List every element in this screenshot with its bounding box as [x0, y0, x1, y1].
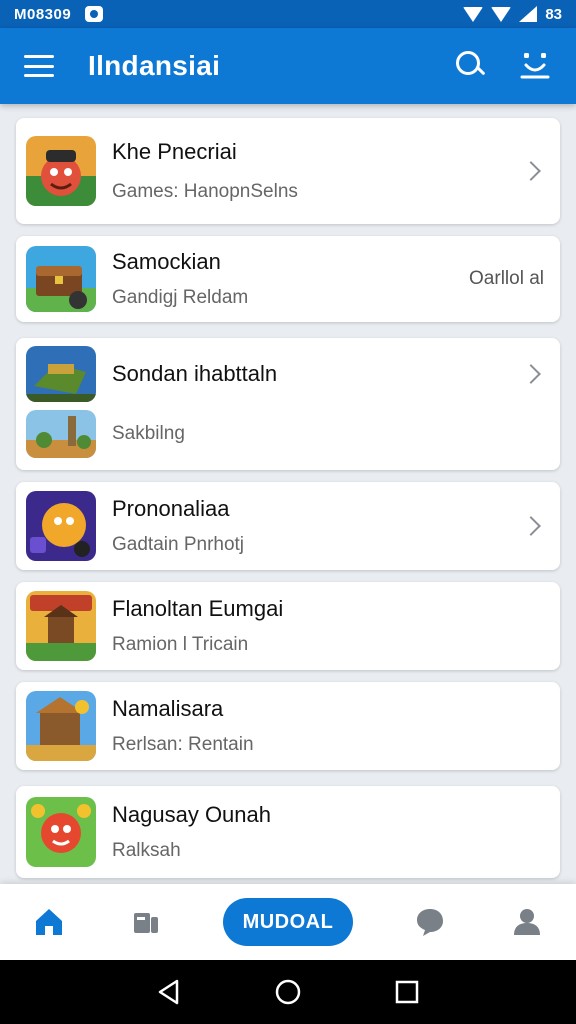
- status-time: M08309: [14, 5, 72, 23]
- chevron-right-icon: [521, 364, 541, 384]
- item-subtitle: Gandigj Reldam: [112, 287, 249, 308]
- item-title: Sondan ihabttaln: [112, 361, 278, 386]
- chat-icon[interactable]: [410, 902, 450, 942]
- notification-icon: [85, 6, 104, 22]
- list-item[interactable]: Flanoltan Eumgai Ramion l Tricain: [16, 582, 560, 670]
- wifi-icon: [463, 6, 484, 22]
- recents-icon[interactable]: [392, 977, 422, 1007]
- game-thumbnail: [26, 691, 96, 761]
- search-icon[interactable]: [454, 49, 488, 83]
- list-item[interactable]: Prononaliaa Gadtain Pnrhotj: [16, 482, 560, 570]
- game-thumbnail: [26, 491, 96, 561]
- app-bar: Ilndansiai: [0, 28, 576, 104]
- profile-icon[interactable]: [507, 902, 547, 942]
- list-item[interactable]: Nagusay Ounah Ralksah: [16, 786, 560, 878]
- home-icon[interactable]: [29, 902, 69, 942]
- game-thumbnail: [26, 136, 96, 206]
- game-thumbnail: [26, 591, 96, 661]
- item-subtitle: Gadtain Pnrhotj: [112, 534, 245, 555]
- item-subtitle: Games: HanopnSelns: [112, 181, 298, 202]
- item-subtitle: Sakbilng: [112, 423, 185, 444]
- game-list: Khe Pnecriai Games: HanopnSelns Samockia…: [16, 118, 560, 890]
- item-subtitle: Ralksah: [112, 840, 181, 861]
- bottom-navigation: MUDOAL: [0, 884, 576, 960]
- game-thumbnail: [26, 346, 96, 402]
- list-item[interactable]: Samockian Gandigj Reldam Oarllol al: [16, 236, 560, 322]
- item-title: Prononaliaa: [112, 496, 230, 521]
- menu-icon[interactable]: [24, 55, 54, 77]
- chevron-right-icon: [521, 161, 541, 181]
- battery-level: 83: [545, 5, 562, 23]
- page-title: Ilndansiai: [88, 50, 221, 81]
- back-icon[interactable]: [154, 977, 184, 1007]
- item-title: Khe Pnecriai: [112, 139, 237, 164]
- list-item[interactable]: Khe Pnecriai Games: HanopnSelns: [16, 118, 560, 224]
- list-item[interactable]: Sondan ihabttaln Sakbilng: [16, 338, 560, 470]
- list-item[interactable]: Namalisara Rerlsan: Rentain: [16, 682, 560, 770]
- wifi-icon-secondary: [491, 6, 512, 22]
- system-navigation-bar: [0, 960, 576, 1024]
- status-bar: M08309 83: [0, 0, 576, 28]
- item-title: Nagusay Ounah: [112, 802, 271, 827]
- item-right-label: Oarllol al: [469, 268, 544, 289]
- item-subtitle: Rerlsan: Rentain: [112, 734, 254, 755]
- chevron-right-icon: [521, 516, 541, 536]
- item-title: Namalisara: [112, 696, 224, 721]
- profile-smile-icon[interactable]: [518, 49, 552, 83]
- library-icon[interactable]: [126, 902, 166, 942]
- game-thumbnail-secondary: [26, 410, 96, 458]
- item-title: Flanoltan Eumgai: [112, 596, 284, 621]
- item-title: Samockian: [112, 249, 221, 274]
- center-action-button[interactable]: MUDOAL: [222, 898, 353, 946]
- game-thumbnail: [26, 797, 96, 867]
- game-thumbnail: [26, 246, 96, 312]
- home-circle-icon[interactable]: [273, 977, 303, 1007]
- item-subtitle: Ramion l Tricain: [112, 634, 249, 655]
- signal-icon: [519, 6, 538, 22]
